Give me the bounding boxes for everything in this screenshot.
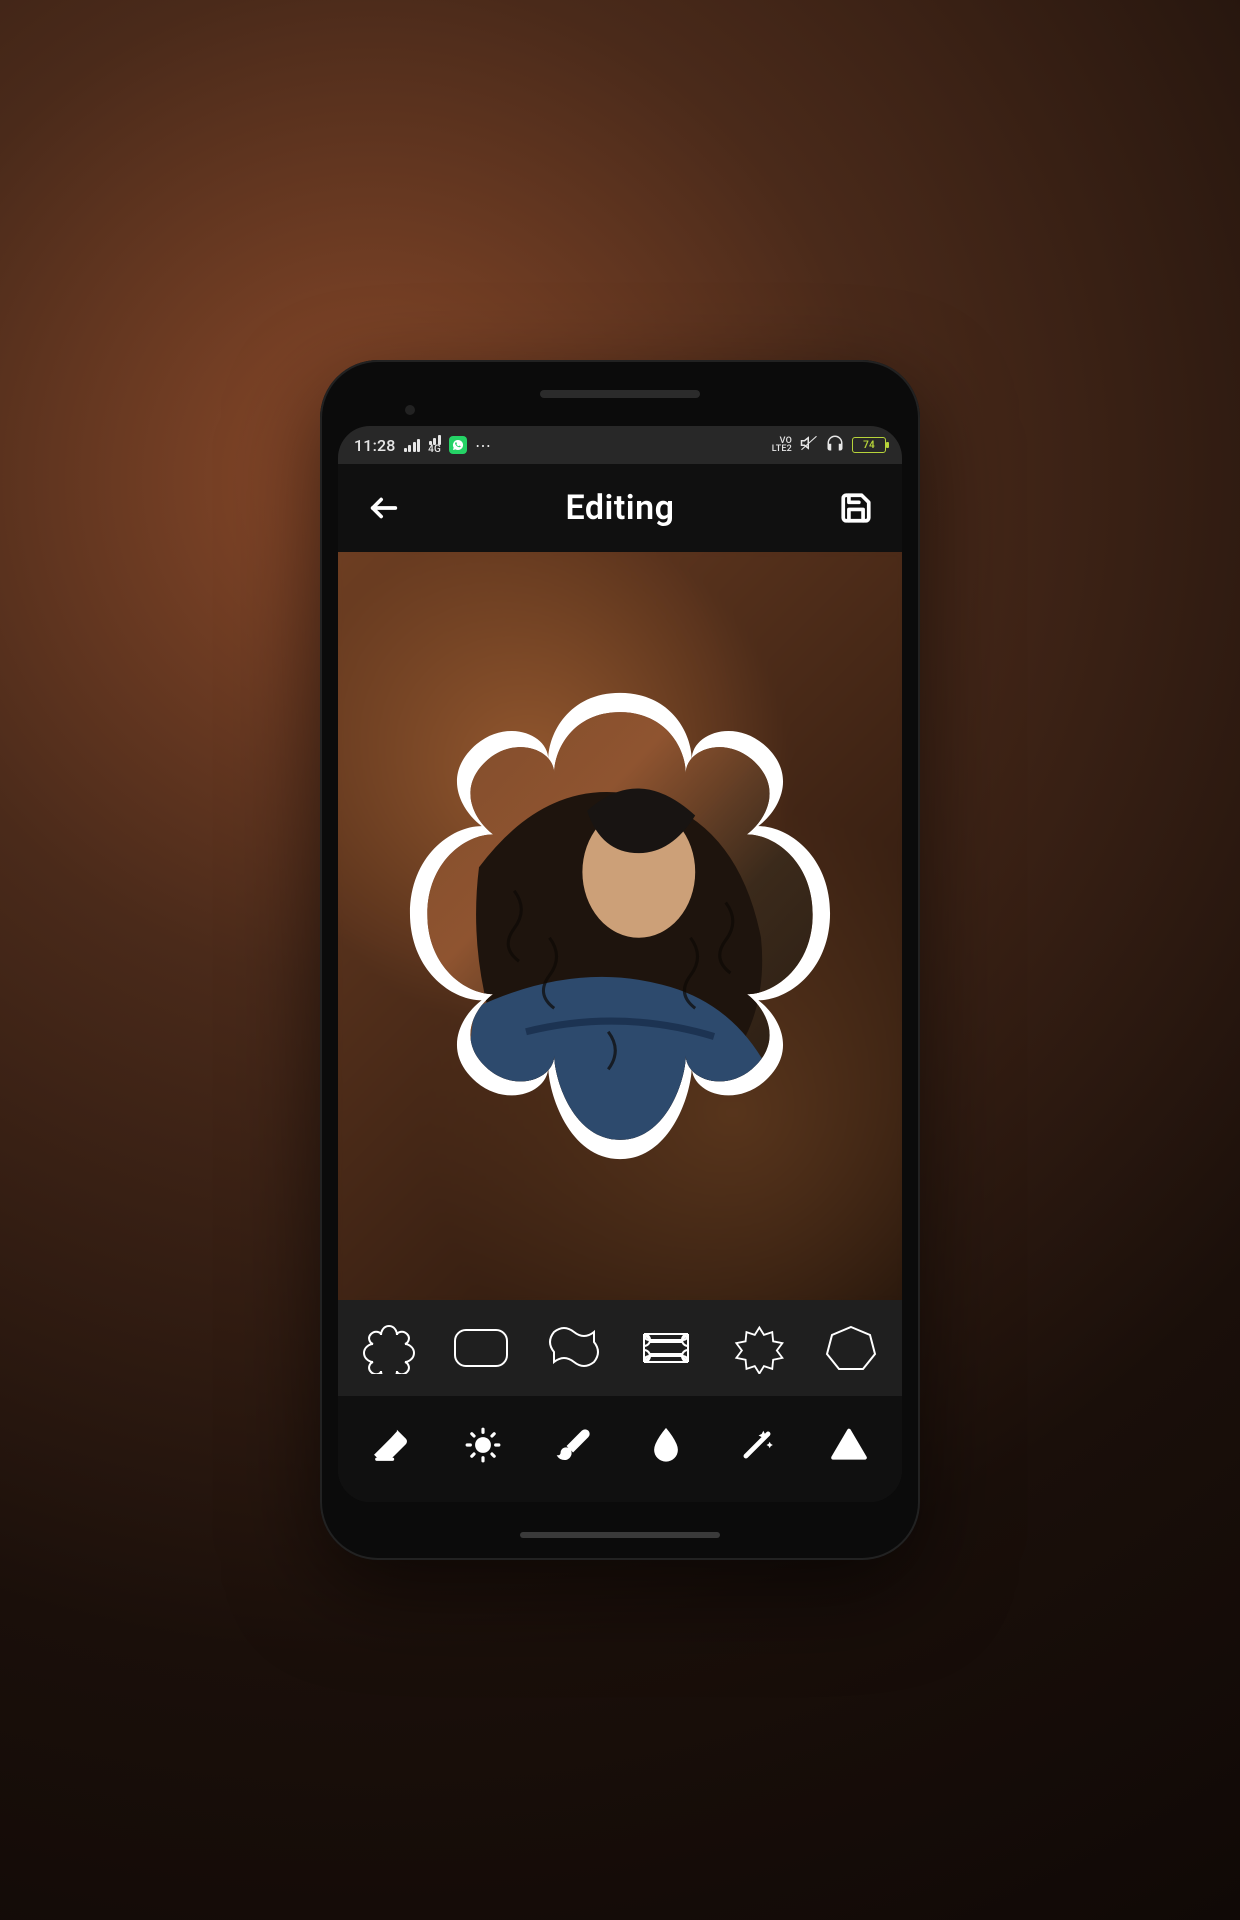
whatsapp-notification-icon xyxy=(449,436,467,454)
sun-icon xyxy=(464,1426,502,1464)
headphones-icon xyxy=(826,434,844,456)
triangle-icon xyxy=(830,1426,868,1464)
tool-strip xyxy=(338,1396,902,1502)
app-bar: Editing xyxy=(338,464,902,552)
shape-badge-flower[interactable] xyxy=(352,1318,426,1378)
tool-magic[interactable] xyxy=(720,1418,794,1472)
back-arrow-icon xyxy=(367,491,401,525)
shape-heptagon[interactable] xyxy=(814,1318,888,1378)
shape-rounded-rect[interactable] xyxy=(444,1318,518,1378)
status-bar: 11:28 4G ⋯ VO LTE2 xyxy=(338,426,902,464)
back-button[interactable] xyxy=(362,486,406,530)
mute-icon xyxy=(800,434,818,456)
tool-triangle[interactable] xyxy=(812,1418,886,1472)
wand-icon xyxy=(738,1426,776,1464)
signal-bars-icon xyxy=(404,438,421,452)
volte-indicator: VO LTE2 xyxy=(772,437,792,453)
status-time: 11:28 xyxy=(354,436,396,455)
sticker-frame[interactable] xyxy=(385,676,855,1176)
screen: 11:28 4G ⋯ VO LTE2 xyxy=(338,426,902,1502)
drop-icon xyxy=(647,1426,685,1464)
phone-frame: 11:28 4G ⋯ VO LTE2 xyxy=(320,360,920,1560)
tool-eraser[interactable] xyxy=(354,1418,428,1472)
more-notifications-icon: ⋯ xyxy=(475,436,493,455)
eraser-icon xyxy=(372,1426,410,1464)
page-title: Editing xyxy=(566,488,675,528)
battery-indicator: 74 xyxy=(852,437,886,453)
tool-brush[interactable] xyxy=(537,1418,611,1472)
front-camera-dot xyxy=(405,405,415,415)
editing-canvas[interactable] xyxy=(338,552,902,1300)
shape-wavy-square[interactable] xyxy=(537,1318,611,1378)
shape-plaque-rect[interactable] xyxy=(629,1318,703,1378)
tool-blur[interactable] xyxy=(629,1418,703,1472)
shape-strip xyxy=(338,1300,902,1396)
tool-brightness[interactable] xyxy=(446,1418,520,1472)
save-button[interactable] xyxy=(834,486,878,530)
shape-eight-point-star[interactable] xyxy=(722,1318,796,1378)
network-type: 4G xyxy=(428,445,441,455)
battery-percent: 74 xyxy=(863,440,875,451)
brush-icon xyxy=(555,1426,593,1464)
save-icon xyxy=(839,491,873,525)
